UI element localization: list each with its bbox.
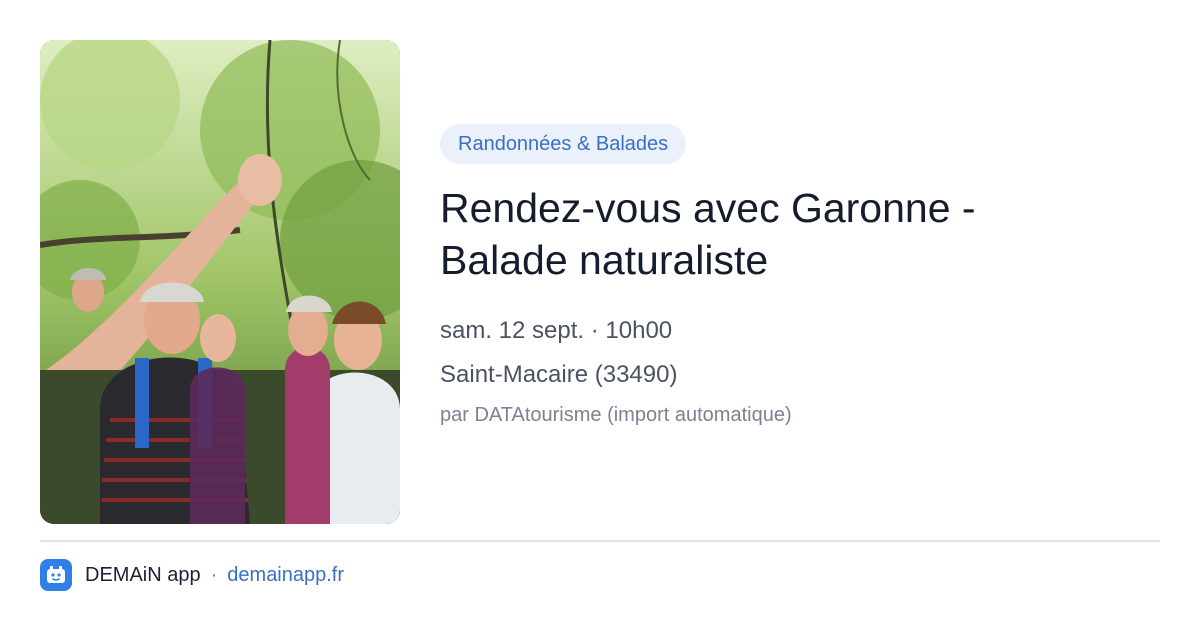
event-location: Saint-Macaire (33490): [440, 361, 678, 388]
footer: DEMAiN app · demainapp.fr: [40, 558, 344, 592]
category-badge[interactable]: Randonnées & Balades: [440, 124, 687, 164]
footer-separator: ·: [210, 563, 218, 586]
app-link[interactable]: demainapp.fr: [227, 564, 344, 587]
footer-divider: [40, 540, 1160, 542]
event-photo-illustration: [40, 40, 400, 524]
event-date: sam. 12 sept. · 10h00: [440, 317, 673, 344]
event-photo: [40, 40, 400, 524]
event-source: par DATAtourisme (import automatique): [440, 404, 792, 426]
demain-app-icon: [40, 559, 72, 591]
app-name: DEMAiN app: [85, 563, 201, 586]
event-title: Rendez-vous avec Garonne - Balade natura…: [440, 185, 976, 283]
event-details: Randonnées & Balades Rendez-vous avec Ga…: [440, 124, 1160, 430]
